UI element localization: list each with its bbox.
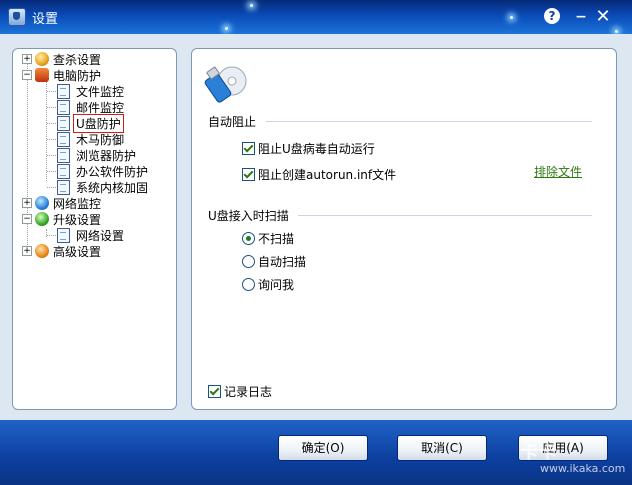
tree-connector <box>46 81 47 181</box>
tree-connector <box>47 171 56 172</box>
gear-icon <box>35 244 49 258</box>
page-icon <box>57 227 70 243</box>
block-usb-virus-checkbox[interactable] <box>242 142 255 155</box>
watermark-url: www.ikaka.com <box>540 462 626 475</box>
scan-on-insert-label: U盘接入时扫描 <box>208 209 289 223</box>
app-shield-icon <box>8 8 26 26</box>
auto-scan-radio[interactable] <box>242 255 255 268</box>
tree-item-office-protection[interactable]: 办公软件防护 <box>57 163 148 179</box>
sparkle-decoration <box>615 30 618 33</box>
tree-item-advanced-settings[interactable]: + 高级设置 <box>22 243 101 259</box>
tree-item-scan-settings[interactable]: + 查杀设置 <box>22 51 101 67</box>
tree-item-label: 升级设置 <box>53 212 102 227</box>
tree-item-label: 系统内核加固 <box>76 180 149 195</box>
tree-item-label: 网络监控 <box>53 196 102 211</box>
tree-connector <box>47 155 56 156</box>
usb-drive-icon <box>204 66 247 103</box>
section-divider <box>266 121 592 122</box>
ikaka-watermark: 卡卡 www.ikaka.com <box>502 436 632 485</box>
tree-item-pc-protection[interactable]: − 电脑防护 <box>22 67 101 83</box>
tree-connector <box>47 91 56 92</box>
tree-item-kernel-hardening[interactable]: 系统内核加固 <box>57 179 148 195</box>
tree-item-network-monitor[interactable]: + 网络监控 <box>22 195 101 211</box>
page-icon <box>57 115 70 131</box>
record-log-label: 记录日志 <box>224 385 273 399</box>
tree-item-label: 木马防御 <box>76 132 125 147</box>
search-magnifier-icon <box>35 52 49 66</box>
globe-icon <box>35 196 49 210</box>
page-icon <box>57 131 70 147</box>
tree-item-label: 文件监控 <box>76 84 125 99</box>
ask-me-radio-row[interactable]: 询问我 <box>242 276 294 293</box>
tree-item-browser-protection[interactable]: 浏览器防护 <box>57 147 136 163</box>
tree-item-label: 电脑防护 <box>53 68 102 83</box>
no-scan-radio-row[interactable]: 不扫描 <box>242 230 294 247</box>
tree-item-file-monitor[interactable]: 文件监控 <box>57 83 124 99</box>
tree-connector <box>47 107 56 108</box>
tree-item-label: 办公软件防护 <box>76 164 149 179</box>
watermark-logo: 卡卡 <box>520 442 558 463</box>
auto-scan-radio-row[interactable]: 自动扫描 <box>242 253 306 270</box>
page-icon <box>57 147 70 163</box>
collapse-icon[interactable]: − <box>22 214 32 224</box>
no-scan-radio[interactable] <box>242 232 255 245</box>
sparkle-decoration <box>510 16 513 19</box>
tree-item-network-settings[interactable]: 网络设置 <box>57 227 124 243</box>
tree-connector <box>47 139 56 140</box>
block-usb-virus-label: 阻止U盘病毒自动运行 <box>258 142 375 156</box>
ok-button[interactable]: 确定(O) <box>278 435 368 461</box>
page-icon <box>57 83 70 99</box>
block-usb-virus-checkbox-row[interactable]: 阻止U盘病毒自动运行 <box>242 140 375 157</box>
tree-item-label: 浏览器防护 <box>76 148 137 163</box>
window-title: 设置 <box>32 12 59 27</box>
section-divider <box>298 215 592 216</box>
page-icon <box>57 179 70 195</box>
record-log-checkbox-row[interactable]: 记录日志 <box>208 383 272 400</box>
settings-tree[interactable]: + 查杀设置 − 电脑防护 文件监控 邮件监控 U盘防护 木马防御 浏览器防护 … <box>12 48 177 410</box>
collapse-icon[interactable]: − <box>22 70 32 80</box>
cancel-button[interactable]: 取消(C) <box>397 435 487 461</box>
sparkle-decoration <box>225 27 228 30</box>
tree-connector <box>47 123 56 124</box>
check-circle-icon <box>35 212 49 226</box>
radio-label: 询问我 <box>258 278 295 292</box>
tree-item-trojan-defense[interactable]: 木马防御 <box>57 131 124 147</box>
page-icon <box>57 99 70 115</box>
auto-block-label: 自动阻止 <box>208 115 257 129</box>
close-button[interactable]: ✕ <box>594 8 612 26</box>
ask-me-radio[interactable] <box>242 278 255 291</box>
tree-connector <box>47 235 56 236</box>
minimize-button[interactable]: − <box>572 8 590 26</box>
tree-item-label: 高级设置 <box>53 244 102 259</box>
client-area: + 查杀设置 − 电脑防护 文件监控 邮件监控 U盘防护 木马防御 浏览器防护 … <box>0 34 632 420</box>
shield-icon <box>35 68 49 82</box>
expand-icon[interactable]: + <box>22 54 32 64</box>
sparkle-decoration <box>250 4 253 7</box>
tree-item-usb-protection[interactable]: U盘防护 <box>57 113 124 133</box>
page-icon <box>57 163 70 179</box>
record-log-checkbox[interactable] <box>208 385 221 398</box>
expand-icon[interactable]: + <box>22 246 32 256</box>
title-bar: 设置 ? − ✕ <box>0 0 632 34</box>
radio-label: 不扫描 <box>258 232 295 246</box>
block-autorun-checkbox[interactable] <box>242 168 255 181</box>
tree-connector <box>47 187 56 188</box>
block-autorun-label: 阻止创建autorun.inf文件 <box>258 168 397 182</box>
exclude-files-link[interactable]: 排除文件 <box>534 163 582 180</box>
block-autorun-checkbox-row[interactable]: 阻止创建autorun.inf文件 <box>242 166 396 183</box>
help-button[interactable]: ? <box>544 8 560 24</box>
tree-item-label: 查杀设置 <box>53 52 102 67</box>
usb-protection-panel: 自动阻止 阻止U盘病毒自动运行 阻止创建autorun.inf文件 排除文件 U… <box>191 48 617 410</box>
expand-icon[interactable]: + <box>22 198 32 208</box>
tree-item-upgrade-settings[interactable]: − 升级设置 <box>22 211 101 227</box>
radio-label: 自动扫描 <box>258 255 307 269</box>
tree-item-label: 网络设置 <box>76 228 125 243</box>
